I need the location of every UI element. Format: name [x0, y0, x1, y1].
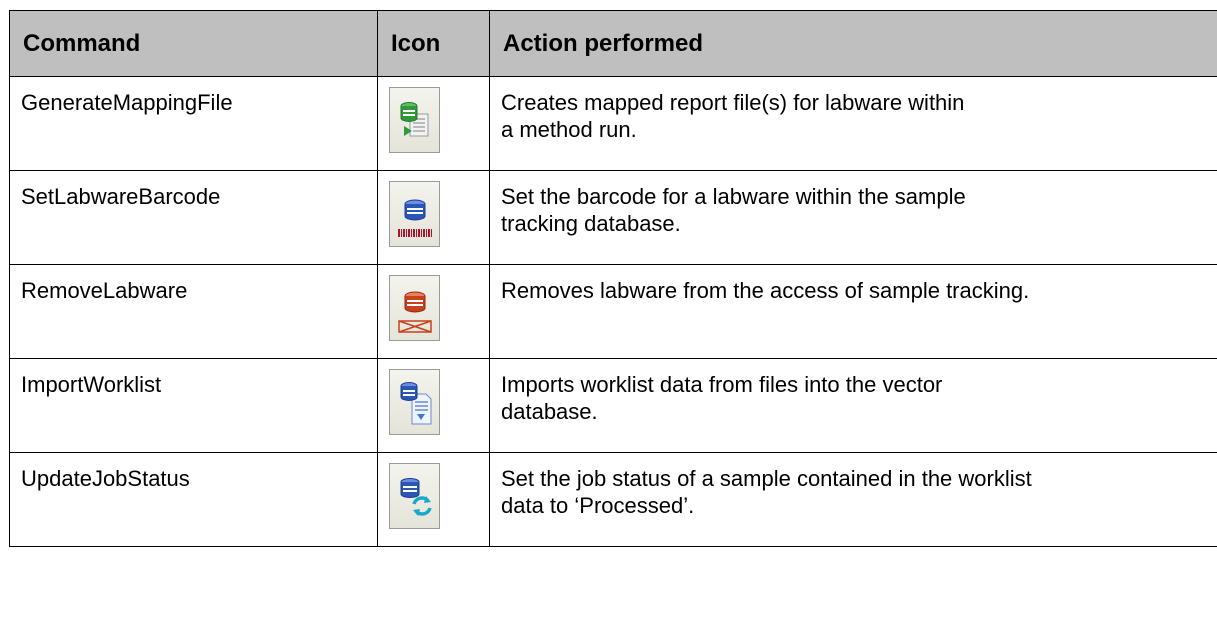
icon-cell	[377, 170, 490, 265]
icon-cell	[377, 358, 490, 453]
command-name: ImportWorklist	[9, 358, 378, 453]
action-description: Removes labware from the access of sampl…	[489, 264, 1217, 359]
command-table-container: Command Icon Action performed GenerateMa…	[9, 10, 1217, 625]
action-description: Set the job status of a sample contained…	[489, 452, 1217, 547]
import-worklist-icon[interactable]	[389, 369, 440, 435]
table-row: ImportWorklist Imports worklist data fro…	[9, 358, 1217, 453]
header-action: Action performed	[489, 10, 1217, 77]
table-row: SetLabwareBarcode Set the barcode for a …	[9, 170, 1217, 265]
action-description: Creates mapped report file(s) for labwar…	[489, 76, 1217, 171]
action-description: Set the barcode for a labware within the…	[489, 170, 1217, 265]
command-name: GenerateMappingFile	[9, 76, 378, 171]
command-table: Command Icon Action performed GenerateMa…	[9, 10, 1217, 547]
command-name: SetLabwareBarcode	[9, 170, 378, 265]
action-description: Imports worklist data from files into th…	[489, 358, 1217, 453]
table-row: GenerateMappingFile Creates mapped repor…	[9, 76, 1217, 171]
icon-cell	[377, 76, 490, 171]
mapping-file-icon[interactable]	[389, 87, 440, 153]
table-header-row: Command Icon Action performed	[9, 10, 1217, 77]
header-icon: Icon	[377, 10, 490, 77]
icon-cell	[377, 264, 490, 359]
icon-cell	[377, 452, 490, 547]
update-job-status-icon[interactable]	[389, 463, 440, 529]
labware-barcode-icon[interactable]	[389, 181, 440, 247]
header-command: Command	[9, 10, 378, 77]
table-row: UpdateJobStatus Set the job status of a …	[9, 452, 1217, 547]
command-name: UpdateJobStatus	[9, 452, 378, 547]
table-row: RemoveLabware Removes labware from the a…	[9, 264, 1217, 359]
remove-labware-icon[interactable]	[389, 275, 440, 341]
command-name: RemoveLabware	[9, 264, 378, 359]
